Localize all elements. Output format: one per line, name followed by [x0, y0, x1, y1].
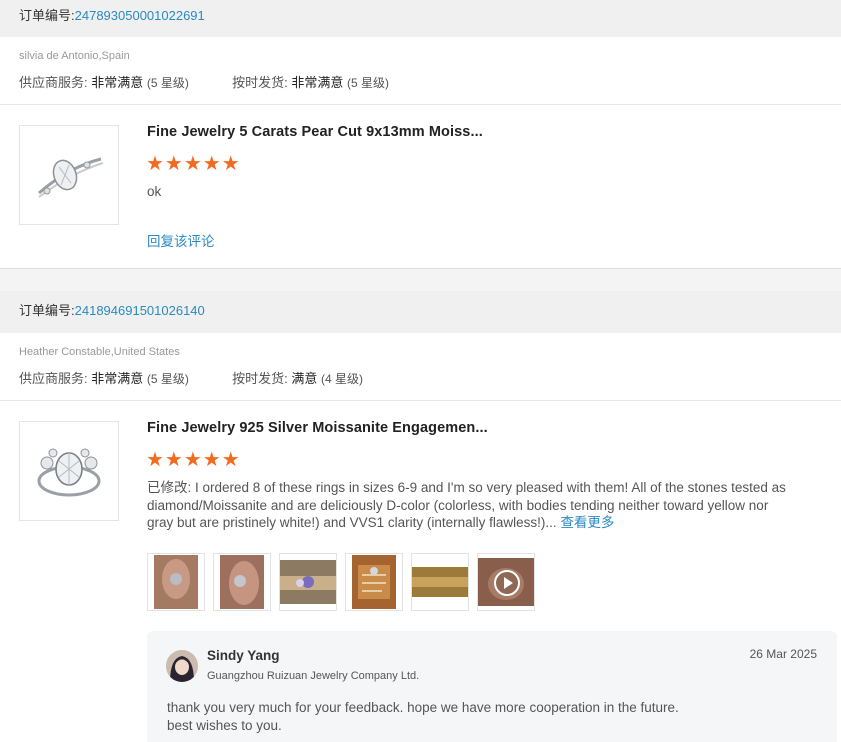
order-number-link[interactable]: 241894691501026140 [75, 303, 205, 318]
product-thumbnail[interactable] [19, 421, 119, 521]
comment-text: I ordered 8 of these rings in sizes 6-9 … [147, 480, 786, 530]
buyer-name: silvia de Antonio,Spain [19, 50, 130, 62]
review-photos [147, 553, 535, 611]
buyer-name: Heather Constable,United States [19, 346, 180, 358]
rating-stars: ★★★★★ [146, 449, 241, 471]
supplier-reply: Sindy Yang Guangzhou Ruizuan Jewelry Com… [147, 631, 837, 742]
order-header: 订单编号:241894691501026140 [0, 291, 841, 333]
review-photo[interactable] [147, 553, 205, 611]
avatar [166, 650, 198, 682]
ring-product-image [38, 157, 104, 198]
review-photo[interactable] [279, 553, 337, 611]
product-title-link[interactable]: Fine Jewelry 925 Silver Moissanite Engag… [147, 420, 488, 436]
on-time-value: 满意 [291, 371, 318, 386]
product-title-link[interactable]: Fine Jewelry 5 Carats Pear Cut 9x13mm Mo… [147, 124, 483, 140]
reply-review-link[interactable]: 回复该评论 [147, 230, 215, 250]
reply-author-name: Sindy Yang [207, 648, 280, 663]
reply-text-line: thank you very much for your feedback. h… [167, 700, 679, 715]
supplier-service-stars: (5 星级) [146, 76, 189, 90]
review-photo[interactable] [213, 553, 271, 611]
seller-ratings: 供应商服务: 非常满意 (5 星级) 按时发货: 满意 (4 星级) [19, 368, 363, 387]
seller-ratings: 供应商服务: 非常满意 (5 星级) 按时发货: 非常满意 (5 星级) [19, 72, 389, 91]
review-photo[interactable] [411, 553, 469, 611]
play-video-icon [494, 570, 520, 596]
edited-label: 已修改: [147, 480, 192, 495]
section-separator [0, 268, 841, 292]
see-more-link[interactable]: 查看更多 [560, 515, 614, 530]
order-header: 订单编号:247893050001022691 [0, 0, 841, 37]
on-time-stars: (5 星级) [347, 76, 390, 90]
reply-date: 26 Mar 2025 [749, 647, 817, 661]
on-time-label: 按时发货: [232, 75, 288, 90]
on-time-value: 非常满意 [291, 75, 344, 90]
order-label: 订单编号: [19, 8, 75, 23]
supplier-service-stars: (5 星级) [146, 372, 189, 386]
divider [0, 104, 841, 105]
order-label: 订单编号: [19, 303, 75, 318]
divider [0, 400, 841, 401]
review-comment: ok [147, 184, 162, 199]
reply-text: thank you very much for your feedback. h… [167, 699, 679, 735]
supplier-service-label: 供应商服务: [19, 371, 88, 386]
ring-product-image [37, 448, 101, 497]
on-time-label: 按时发货: [232, 371, 288, 386]
order-number-link[interactable]: 247893050001022691 [75, 8, 205, 23]
review-video-thumbnail[interactable] [477, 553, 535, 611]
reply-company: Guangzhou Ruizuan Jewelry Company Ltd. [207, 670, 420, 682]
supplier-service-value: 非常满意 [91, 371, 144, 386]
review-photo[interactable] [345, 553, 403, 611]
product-thumbnail[interactable] [19, 125, 119, 225]
supplier-service-value: 非常满意 [91, 75, 144, 90]
rating-stars: ★★★★★ [146, 153, 241, 175]
review-comment: 已修改: I ordered 8 of these rings in sizes… [147, 479, 797, 532]
supplier-service-label: 供应商服务: [19, 75, 88, 90]
on-time-stars: (4 星级) [321, 372, 364, 386]
reply-text-line: best wishes to you. [167, 718, 282, 733]
